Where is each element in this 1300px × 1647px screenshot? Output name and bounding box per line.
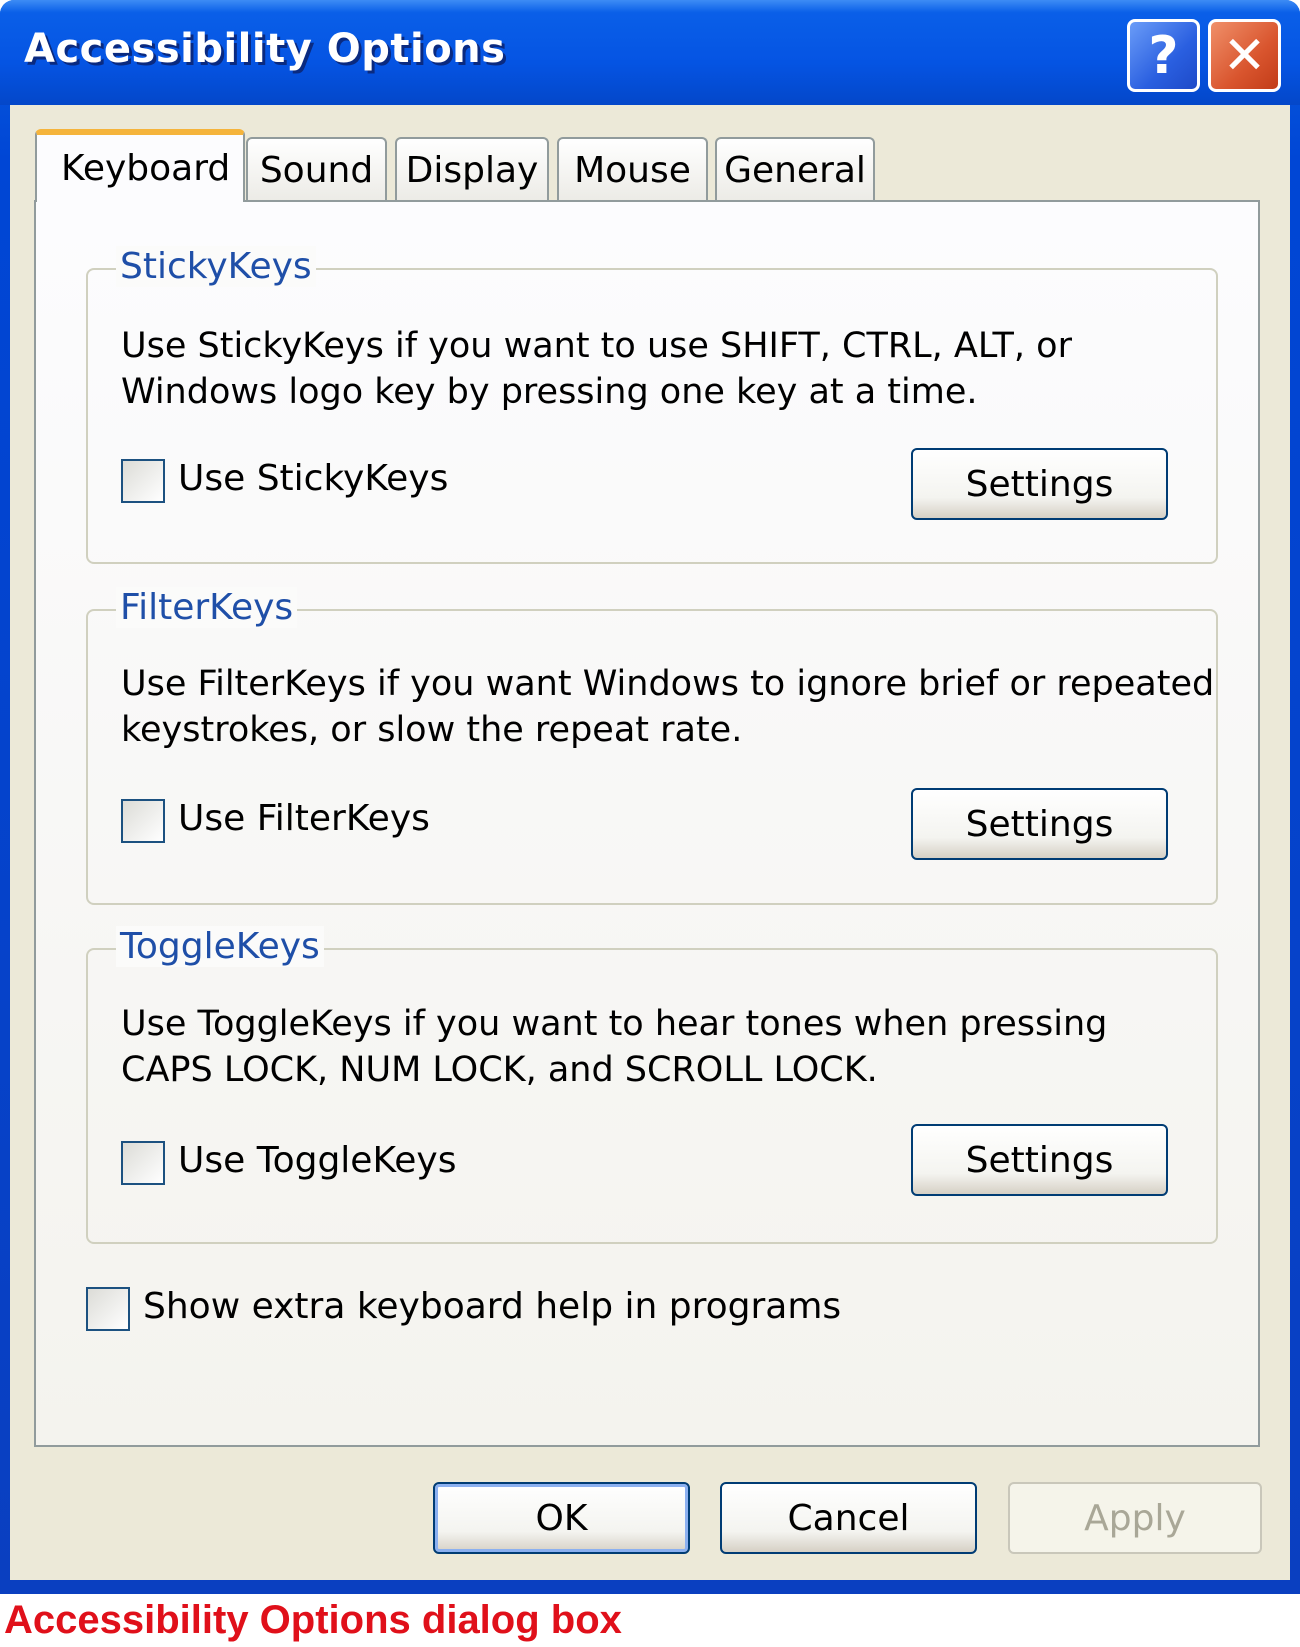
tab-sound[interactable]: Sound: [246, 137, 387, 201]
tab-display[interactable]: Display: [395, 137, 549, 201]
desc-line: Use ToggleKeys if you want to hear tones…: [121, 1004, 1108, 1044]
close-button[interactable]: ✕: [1208, 19, 1281, 92]
desc-line: Use StickyKeys if you want to use SHIFT,…: [121, 326, 1072, 366]
close-icon: ✕: [1222, 25, 1267, 86]
stickykeys-description: Use StickyKeys if you want to use SHIFT,…: [121, 323, 1072, 415]
stickykeys-settings-button[interactable]: Settings: [911, 448, 1168, 520]
use-togglekeys-label[interactable]: Use ToggleKeys: [178, 1140, 456, 1181]
desc-line: CAPS LOCK, NUM LOCK, and SCROLL LOCK.: [121, 1050, 878, 1090]
tab-mouse[interactable]: Mouse: [557, 137, 708, 201]
desc-line: keystrokes, or slow the repeat rate.: [121, 710, 743, 750]
apply-button[interactable]: Apply: [1008, 1482, 1262, 1554]
tab-label: Display: [405, 149, 539, 191]
title-bar[interactable]: Accessibility Options ? ✕: [0, 0, 1300, 105]
tab-label: Keyboard: [61, 148, 231, 189]
togglekeys-description: Use ToggleKeys if you want to hear tones…: [121, 1001, 1107, 1093]
extra-keyboard-help-label[interactable]: Show extra keyboard help in programs: [143, 1286, 841, 1327]
use-stickykeys-checkbox[interactable]: [121, 459, 165, 503]
help-button[interactable]: ?: [1127, 19, 1200, 92]
use-filterkeys-checkbox[interactable]: [121, 799, 165, 843]
help-icon: ?: [1148, 25, 1179, 86]
stickykeys-legend: StickyKeys: [116, 246, 316, 287]
filterkeys-group: [86, 609, 1218, 905]
use-togglekeys-checkbox[interactable]: [121, 1141, 165, 1185]
togglekeys-settings-button[interactable]: Settings: [911, 1124, 1168, 1196]
desc-line: Windows logo key by pressing one key at …: [121, 372, 978, 412]
window-title: Accessibility Options: [24, 26, 506, 72]
filterkeys-legend: FilterKeys: [116, 587, 298, 628]
ok-button[interactable]: OK: [433, 1482, 690, 1554]
togglekeys-group: [86, 948, 1218, 1244]
tab-label: Sound: [259, 149, 374, 191]
tab-label: General: [724, 149, 866, 191]
use-filterkeys-label[interactable]: Use FilterKeys: [178, 798, 430, 839]
filterkeys-settings-button[interactable]: Settings: [911, 788, 1168, 860]
desc-line: Use FilterKeys if you want Windows to ig…: [121, 664, 1215, 704]
togglekeys-legend: ToggleKeys: [116, 926, 324, 967]
figure-caption: Accessibility Options dialog box: [4, 1598, 622, 1642]
tab-label: Mouse: [574, 149, 691, 191]
tab-keyboard[interactable]: Keyboard: [35, 129, 245, 202]
tab-general[interactable]: General: [715, 137, 875, 201]
extra-keyboard-help-checkbox[interactable]: [86, 1287, 130, 1331]
use-stickykeys-label[interactable]: Use StickyKeys: [178, 458, 448, 499]
cancel-button[interactable]: Cancel: [720, 1482, 977, 1554]
filterkeys-description: Use FilterKeys if you want Windows to ig…: [121, 661, 1214, 753]
